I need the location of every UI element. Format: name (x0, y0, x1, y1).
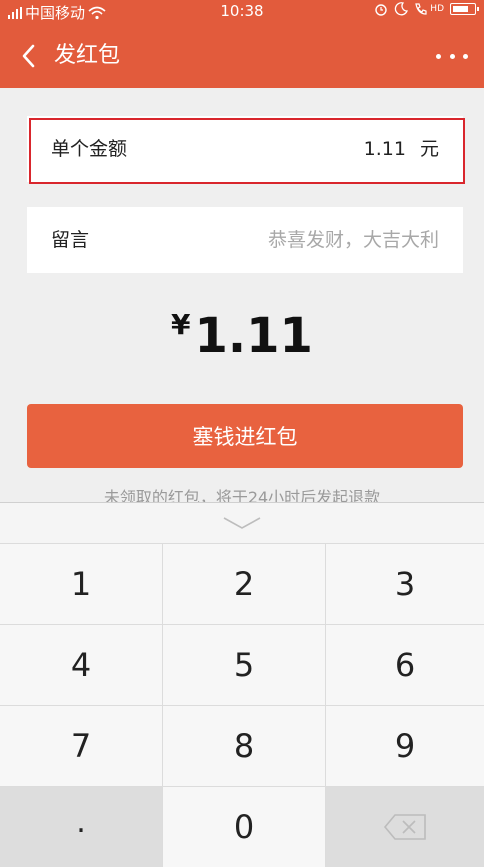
moon-icon (395, 2, 409, 16)
amount-field[interactable]: 单个金额 1.11 元 (27, 116, 465, 184)
key-8[interactable]: 8 (163, 706, 325, 786)
total-amount: ¥1.11 (0, 308, 484, 364)
call-icon (415, 3, 427, 15)
message-field[interactable]: 留言 (27, 207, 463, 273)
currency-symbol: ¥ (171, 308, 191, 341)
submit-button[interactable]: 塞钱进红包 (27, 404, 463, 468)
alarm-icon (375, 4, 387, 16)
hd-label: HD (430, 4, 444, 14)
more-icon[interactable] (436, 46, 468, 66)
amount-number: 1.11 (363, 138, 406, 160)
key-0[interactable]: 0 (163, 787, 325, 867)
keyboard-collapse-bar[interactable] (0, 502, 484, 543)
key-dot[interactable]: . (0, 787, 162, 867)
backspace-icon[interactable] (383, 813, 427, 841)
backspace-key[interactable] (326, 787, 484, 867)
message-label: 留言 (51, 229, 90, 251)
chevron-down-icon[interactable] (222, 516, 262, 530)
amount-unit: 元 (419, 138, 439, 160)
battery-icon (450, 3, 479, 15)
key-9[interactable]: 9 (326, 706, 484, 786)
key-5[interactable]: 5 (163, 625, 325, 705)
key-7[interactable]: 7 (0, 706, 162, 786)
key-6[interactable]: 6 (326, 625, 484, 705)
numeric-keypad: 1 2 3 4 5 6 7 8 9 . 0 (0, 502, 484, 867)
page-title: 发红包 (54, 43, 121, 68)
back-icon[interactable] (14, 40, 42, 72)
key-1[interactable]: 1 (0, 544, 162, 624)
status-bar: 中国移动 10:38 HD (0, 0, 484, 24)
total-value: 1.11 (194, 308, 313, 364)
status-right: HD (374, 2, 479, 16)
key-2[interactable]: 2 (163, 544, 325, 624)
key-3[interactable]: 3 (326, 544, 484, 624)
amount-label: 单个金额 (51, 138, 128, 160)
nav-bar: 发红包 (0, 24, 484, 88)
message-input[interactable] (199, 221, 439, 259)
amount-value[interactable]: 1.11 元 (364, 116, 439, 182)
key-4[interactable]: 4 (0, 625, 162, 705)
